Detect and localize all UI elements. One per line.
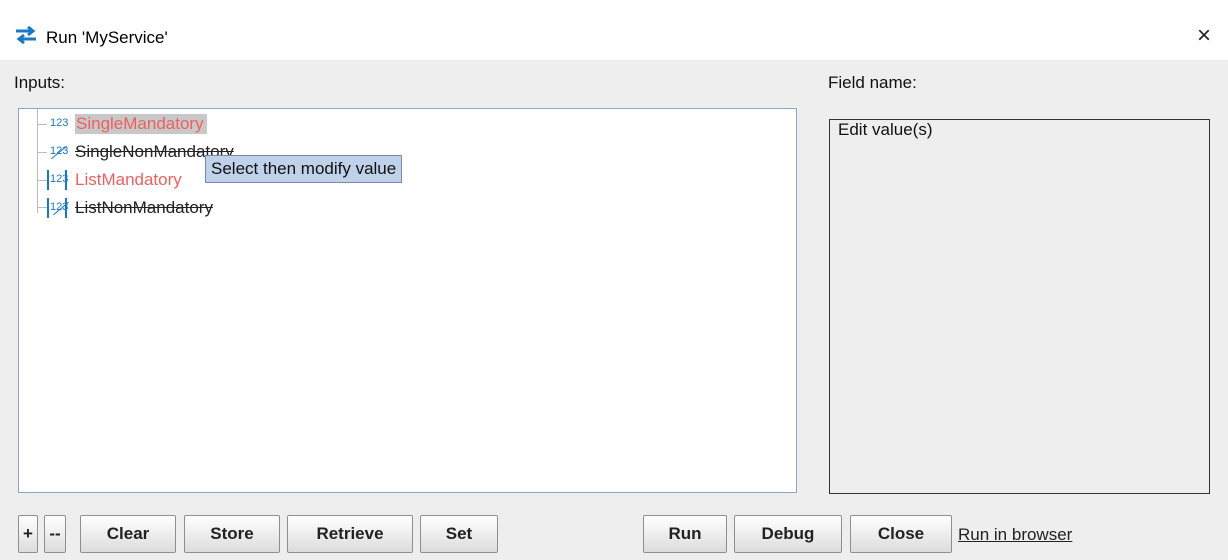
clear-button[interactable]: Clear <box>80 515 176 553</box>
debug-button[interactable]: Debug <box>734 515 842 553</box>
tree-node-single-non-mandatory[interactable]: 123 SingleNonMandatory <box>19 140 799 164</box>
tree-node-label: ListMandatory <box>75 170 182 189</box>
numeric-list-icon: 123 <box>47 170 68 190</box>
inputs-label: Inputs: <box>14 73 66 92</box>
numeric-single-optional-icon: 123 <box>47 142 69 162</box>
tree-node-label: ListNonMandatory <box>75 198 213 217</box>
tree-node-single-mandatory[interactable]: 123 SingleMandatory <box>19 112 799 136</box>
numeric-single-icon: 123 <box>50 117 69 129</box>
tree-node-list-non-mandatory[interactable]: 123 ListNonMandatory <box>19 196 799 220</box>
run-in-browser-link[interactable]: Run in browser <box>958 525 1072 545</box>
retrieve-button[interactable]: Retrieve <box>287 515 413 553</box>
remove-button[interactable]: -- <box>44 515 66 553</box>
set-button[interactable]: Set <box>420 515 498 553</box>
tree-node-list-mandatory[interactable]: 123 ListMandatory <box>19 168 799 192</box>
store-button[interactable]: Store <box>184 515 280 553</box>
field-name-label: Field name: <box>828 73 917 92</box>
edit-values-legend: Edit value(s) <box>836 120 935 140</box>
tooltip: Select then modify value <box>205 155 403 183</box>
tree-node-label: SingleMandatory <box>75 114 207 134</box>
edit-values-panel[interactable] <box>829 119 1210 494</box>
swap-arrows-icon <box>16 26 36 44</box>
run-button[interactable]: Run <box>643 515 727 553</box>
close-button[interactable]: Close <box>850 515 952 553</box>
inputs-tree[interactable]: 123 SingleMandatory 123 SingleNonMandato… <box>18 108 797 493</box>
title-bar: Run 'MyService' × <box>0 0 1228 60</box>
add-button[interactable]: + <box>18 515 38 553</box>
numeric-list-optional-icon: 123 <box>47 198 69 218</box>
close-icon[interactable]: × <box>1192 22 1216 50</box>
window-title: Run 'MyService' <box>46 28 168 47</box>
